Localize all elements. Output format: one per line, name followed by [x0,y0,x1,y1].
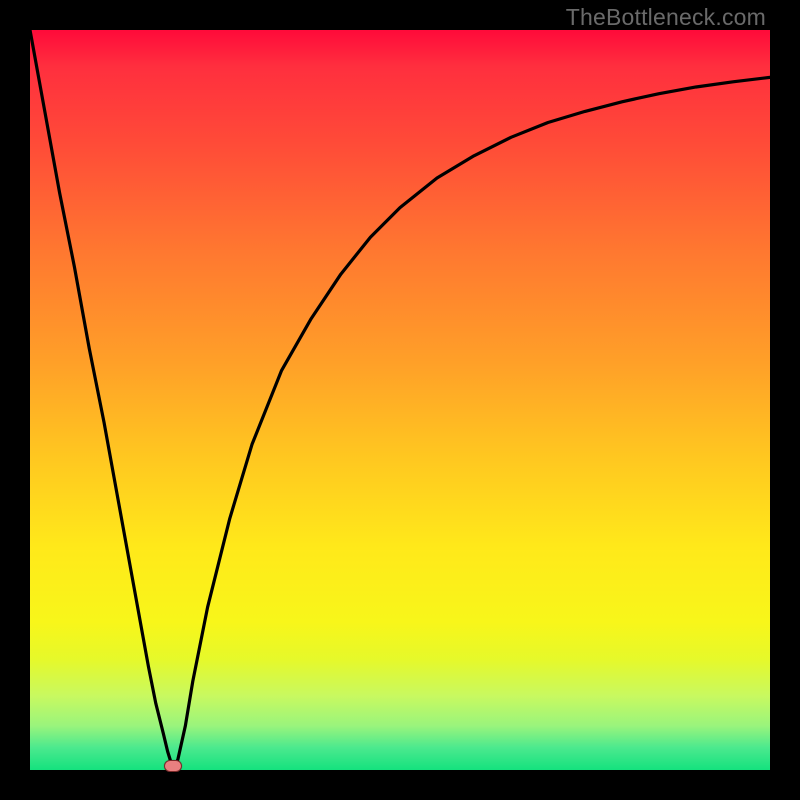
watermark-text: TheBottleneck.com [566,4,766,31]
chart-frame [30,30,770,770]
chart-curve-svg [30,30,770,770]
curve-minimum-marker [164,760,182,772]
bottleneck-curve [30,30,770,768]
